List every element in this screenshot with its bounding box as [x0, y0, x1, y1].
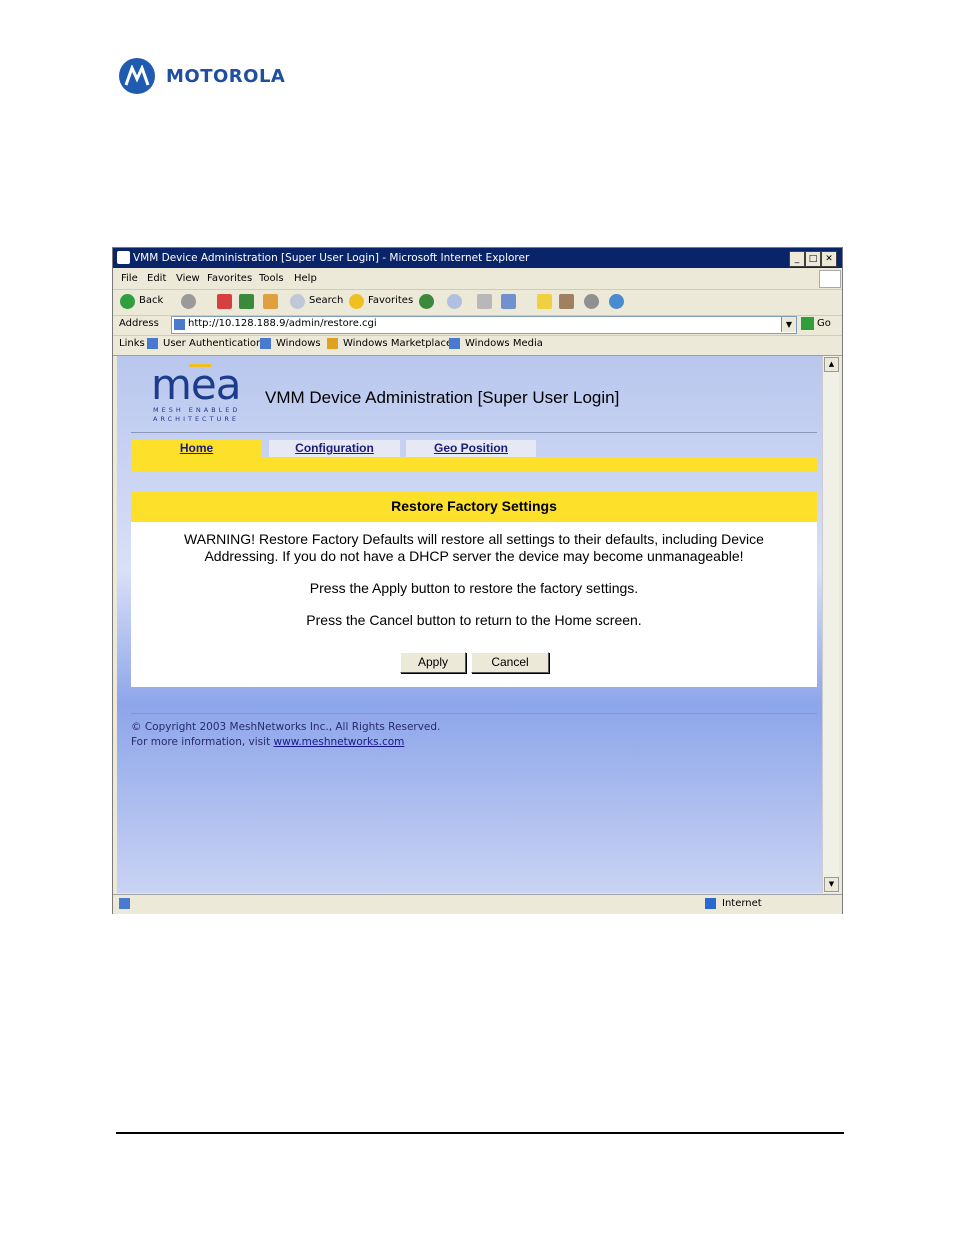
back-arrow-icon[interactable] — [120, 294, 135, 309]
menu-view[interactable]: View — [176, 273, 200, 284]
page-content: mea MESH ENABLED ARCHITECTURE VMM Device… — [117, 356, 822, 893]
print-icon[interactable] — [477, 294, 492, 309]
ie-icon — [117, 251, 130, 264]
go-arrow-icon[interactable] — [801, 317, 814, 330]
link-marketplace-icon — [327, 338, 338, 349]
mea-logo-sub2: ARCHITECTURE — [153, 415, 239, 423]
page-title: VMM Device Administration [Super User Lo… — [265, 388, 620, 407]
menu-favorites[interactable]: Favorites — [207, 273, 252, 284]
mea-logo-sub1: MESH ENABLED — [153, 406, 241, 414]
title-bar: VMM Device Administration [Super User Lo… — [113, 248, 842, 268]
link-page-icon — [449, 338, 460, 349]
back-button[interactable]: Back — [139, 295, 163, 306]
apply-button[interactable]: Apply — [400, 652, 466, 673]
address-dropdown-icon[interactable]: ▼ — [781, 317, 796, 332]
apply-instruction: Press the Apply button to restore the fa… — [309, 580, 639, 596]
meshnetworks-link[interactable]: www.meshnetworks.com — [274, 736, 405, 748]
mea-logo: mea — [151, 360, 241, 409]
maximize-button[interactable]: □ — [805, 251, 821, 267]
cancel-button[interactable]: Cancel — [471, 652, 549, 673]
edit-icon[interactable] — [501, 294, 516, 309]
scroll-down-icon[interactable]: ▼ — [824, 877, 839, 892]
refresh-icon[interactable] — [239, 294, 254, 309]
tab-configuration[interactable]: Configuration — [269, 440, 400, 457]
mea-logo-accent — [189, 364, 211, 367]
favorites-button[interactable]: Favorites — [368, 295, 413, 306]
messenger-chat-icon[interactable] — [584, 294, 599, 309]
address-bar: Address http://10.128.188.9/admin/restor… — [113, 315, 842, 336]
home-icon[interactable] — [263, 294, 278, 309]
links-bar: Links User Authentication Windows Window… — [113, 335, 842, 356]
address-input[interactable]: http://10.128.188.9/admin/restore.cgi ▼ — [171, 316, 797, 334]
go-button[interactable]: Go — [817, 318, 831, 329]
menu-tools[interactable]: Tools — [259, 273, 284, 284]
links-label: Links — [119, 338, 145, 349]
windows-flag-icon — [819, 270, 841, 288]
motorola-logo-icon — [119, 58, 155, 94]
header-divider — [131, 432, 817, 433]
tab-home[interactable]: Home — [131, 440, 262, 457]
status-bar: Internet — [113, 894, 842, 914]
browser-window: VMM Device Administration [Super User Lo… — [112, 247, 843, 914]
link-windows[interactable]: Windows — [276, 338, 321, 349]
research-icon[interactable] — [559, 294, 574, 309]
cancel-instruction: Press the Cancel button to return to the… — [306, 612, 642, 628]
brand-name: MOTOROLA — [166, 66, 286, 87]
menu-help[interactable]: Help — [294, 273, 317, 284]
more-info-line: For more information, visit www.meshnetw… — [131, 736, 404, 748]
search-button[interactable]: Search — [309, 295, 343, 306]
menu-bar: File Edit View Favorites Tools Help — [113, 268, 842, 290]
more-info-text: For more information, visit — [131, 736, 271, 748]
restore-panel: Restore Factory Settings WARNING! Restor… — [131, 491, 817, 687]
link-windows-marketplace[interactable]: Windows Marketplace — [343, 338, 452, 349]
link-windows-media[interactable]: Windows Media — [465, 338, 543, 349]
history-icon[interactable] — [419, 294, 434, 309]
tab-geo-position[interactable]: Geo Position — [406, 440, 536, 457]
address-value: http://10.128.188.9/admin/restore.cgi — [188, 318, 377, 329]
favorites-star-icon[interactable] — [349, 294, 364, 309]
menu-file[interactable]: File — [121, 273, 138, 284]
page-icon — [174, 319, 185, 330]
vertical-scrollbar[interactable]: ▲ ▼ — [822, 356, 839, 893]
scroll-up-icon[interactable]: ▲ — [824, 357, 839, 372]
toolbar: Back Search Favorites — [113, 290, 842, 316]
warning-line-1: WARNING! Restore Factory Defaults will r… — [184, 531, 764, 547]
address-label: Address — [119, 318, 159, 329]
forward-arrow-icon[interactable] — [181, 294, 196, 309]
close-button[interactable]: ✕ — [821, 251, 837, 267]
tab-strip — [131, 457, 817, 472]
search-icon[interactable] — [290, 294, 305, 309]
stop-icon[interactable] — [217, 294, 232, 309]
notes-icon[interactable] — [537, 294, 552, 309]
menu-edit[interactable]: Edit — [147, 273, 166, 284]
status-page-icon — [119, 898, 130, 909]
link-page-icon — [260, 338, 271, 349]
messenger-icon[interactable] — [609, 294, 624, 309]
mail-icon[interactable] — [447, 294, 462, 309]
status-zone: Internet — [722, 898, 762, 909]
minimize-button[interactable]: _ — [789, 251, 805, 267]
link-user-authentication[interactable]: User Authentication — [163, 338, 262, 349]
copyright-text: © Copyright 2003 MeshNetworks Inc., All … — [131, 721, 441, 733]
link-page-icon — [147, 338, 158, 349]
warning-line-2: Addressing. If you do not have a DHCP se… — [204, 548, 744, 564]
window-title: VMM Device Administration [Super User Lo… — [133, 252, 530, 264]
panel-heading: Restore Factory Settings — [131, 491, 817, 522]
internet-zone-icon — [705, 898, 716, 909]
page-bottom-rule — [116, 1132, 844, 1134]
footer-divider — [131, 713, 817, 714]
